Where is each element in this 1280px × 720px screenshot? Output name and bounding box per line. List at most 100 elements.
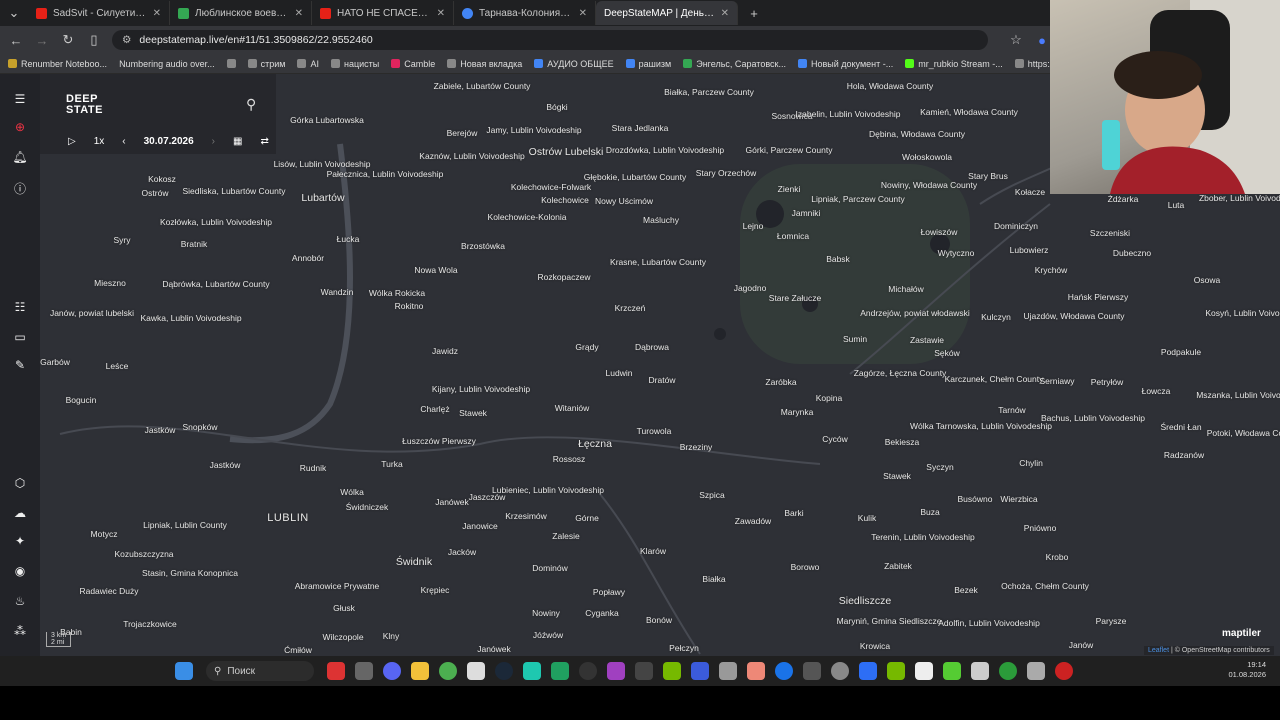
nvidia-icon[interactable] [663,662,681,680]
taskbar-clock[interactable]: 19:14 01.08.2026 [1228,660,1266,680]
task-view-icon[interactable] [355,662,373,680]
bookmark[interactable] [226,59,236,68]
address-bar[interactable]: ⚙ deepstatemap.live/en#11/51.3509862/22.… [112,30,988,50]
speed-button[interactable]: 1x [94,136,105,147]
bookmark[interactable]: Новая вкладка [447,59,522,69]
info-icon[interactable]: ⓘ [10,180,30,198]
bookmark[interactable]: Camble [391,59,435,69]
bookmark[interactable]: стрим [247,59,285,69]
browser-tab[interactable]: Люблинское воеводство – Google ✕ [170,1,312,25]
network-icon[interactable]: ⁂ [10,624,30,642]
chatgpt-icon[interactable] [831,662,849,680]
app-icon[interactable] [719,662,737,680]
app-icon[interactable] [775,662,793,680]
prev-day-icon[interactable]: ‹ [122,136,125,147]
place-label: Jawidz [432,346,458,356]
compare-icon[interactable]: ⇄ [260,136,268,147]
app-icon[interactable] [915,662,933,680]
date-display[interactable]: 30.07.2026 [144,136,194,147]
discord-icon[interactable] [383,662,401,680]
place-label: Krępiec [420,585,450,595]
calendar-icon[interactable]: ▦ [233,136,242,147]
osm-link[interactable]: © OpenStreetMap contributors [1175,647,1270,654]
bookmark[interactable]: Энгельс, Саратовск... [683,59,786,69]
sidebar-toggle-icon[interactable]: ▯ [86,32,102,48]
close-tab-icon[interactable]: ✕ [721,8,729,19]
close-tab-icon[interactable]: ✕ [437,8,445,19]
search-icon: ⚲ [214,665,222,677]
map-sidebar: ☰ ⊕ 🔔︎ ⓘ ☷ ▭ ✎ ⬡ ☁ ✦ ◉ ♨ ⁂ [0,74,40,656]
bookmark-star-icon[interactable]: ☆ [1008,32,1024,48]
extension-icon[interactable]: ● [1034,33,1050,48]
browser-tab-active[interactable]: DeepStateMAP | День 1620 | М ✕ [596,1,738,25]
satellite-icon[interactable]: ✦ [10,534,30,552]
app-icon[interactable] [607,662,625,680]
nvidia-icon[interactable] [887,662,905,680]
fire-icon[interactable]: ♨ [10,594,30,612]
place-label: Kolechowice-Folwark [510,182,592,192]
leaflet-link[interactable]: Leaflet [1148,647,1169,654]
app-icon[interactable] [691,662,709,680]
language-flag-icon[interactable]: ⊕ [10,120,30,138]
bookmark[interactable]: рашизм [625,59,671,69]
place-label: Brzeziny [679,442,713,452]
bookmark[interactable]: АУДИО ОБЩЕЕ [534,59,614,69]
deepstate-header-panel: DEEP STATE ⚲ ▷ 1x ‹ 30.07.2026 › ▦ ⇄ [40,74,276,154]
close-tab-icon[interactable]: ✕ [579,8,587,19]
place-label: Michałów [888,284,924,294]
app-icon[interactable] [803,662,821,680]
app-icon[interactable] [551,662,569,680]
place-label: Zabitek [884,561,912,571]
new-tab-icon[interactable]: + [746,6,762,21]
browser-tab[interactable]: SadSvit - Силуети (feat. СТРУКТУРА ЩАСТЯ… [28,1,170,25]
chrome-icon[interactable] [439,662,457,680]
bookmark[interactable]: Numbering audio over... [119,59,215,69]
file-explorer-icon[interactable] [411,662,429,680]
terminal-icon[interactable] [635,662,653,680]
menu-icon[interactable]: ☰ [10,92,30,110]
forward-icon[interactable]: → [34,33,50,48]
windows-start-icon[interactable] [175,662,193,680]
radar-icon[interactable]: ◉ [10,564,30,582]
clock-time: 19:14 [1247,660,1266,669]
app-icon[interactable] [327,662,345,680]
filters-icon[interactable]: ☷ [10,300,30,318]
app-icon[interactable] [1027,662,1045,680]
notepad-icon[interactable] [467,662,485,680]
place-label: Krychów [1034,265,1068,275]
units-icon[interactable]: ⬡ [10,476,30,494]
next-day-icon[interactable]: › [212,136,215,147]
taskbar-search[interactable]: ⚲ Поиск [206,661,314,681]
bookmark[interactable]: AI [297,59,319,69]
play-icon[interactable]: ▷ [68,136,76,147]
search-icon[interactable]: ⚲ [246,96,256,113]
draw-icon[interactable]: ✎ [10,358,30,376]
app-icon[interactable] [747,662,765,680]
legend-icon[interactable]: ▭ [10,330,30,348]
place-label: Zabiele, Lubartów County [433,81,531,91]
bookmark[interactable]: Renumber Noteboo... [8,59,107,69]
browser-tab[interactable]: НАТО НЕ СПАСЕТ? ПОЧЕМУ П ✕ [312,1,454,25]
app-icon[interactable] [999,662,1017,680]
app-icon[interactable] [1055,662,1073,680]
close-tab-icon[interactable]: ✕ [295,8,303,19]
app-icon[interactable] [859,662,877,680]
app-icon[interactable] [943,662,961,680]
bookmark[interactable]: нацисты [330,59,379,69]
obs-icon[interactable] [579,662,597,680]
app-icon[interactable] [523,662,541,680]
place-label: Maśluchy [643,215,679,225]
reload-icon[interactable]: ↻ [60,32,76,48]
bookmark[interactable]: mr_rubkio Stream -... [905,59,1003,69]
tab-search-icon[interactable]: ⌄ [6,5,22,21]
app-icon[interactable] [971,662,989,680]
weather-icon[interactable]: ☁ [10,506,30,524]
place-label: Górki, Parczew County [745,145,833,155]
close-tab-icon[interactable]: ✕ [153,8,161,19]
browser-tab[interactable]: Тарнава-Колония gjkmuf - По ✕ [454,1,596,25]
back-icon[interactable]: ← [8,33,24,48]
bookmark[interactable]: Новый документ -... [797,59,893,69]
steam-icon[interactable] [495,662,513,680]
notifications-icon[interactable]: 🔔︎ [10,150,30,168]
site-info-icon[interactable]: ⚙ [122,34,131,46]
